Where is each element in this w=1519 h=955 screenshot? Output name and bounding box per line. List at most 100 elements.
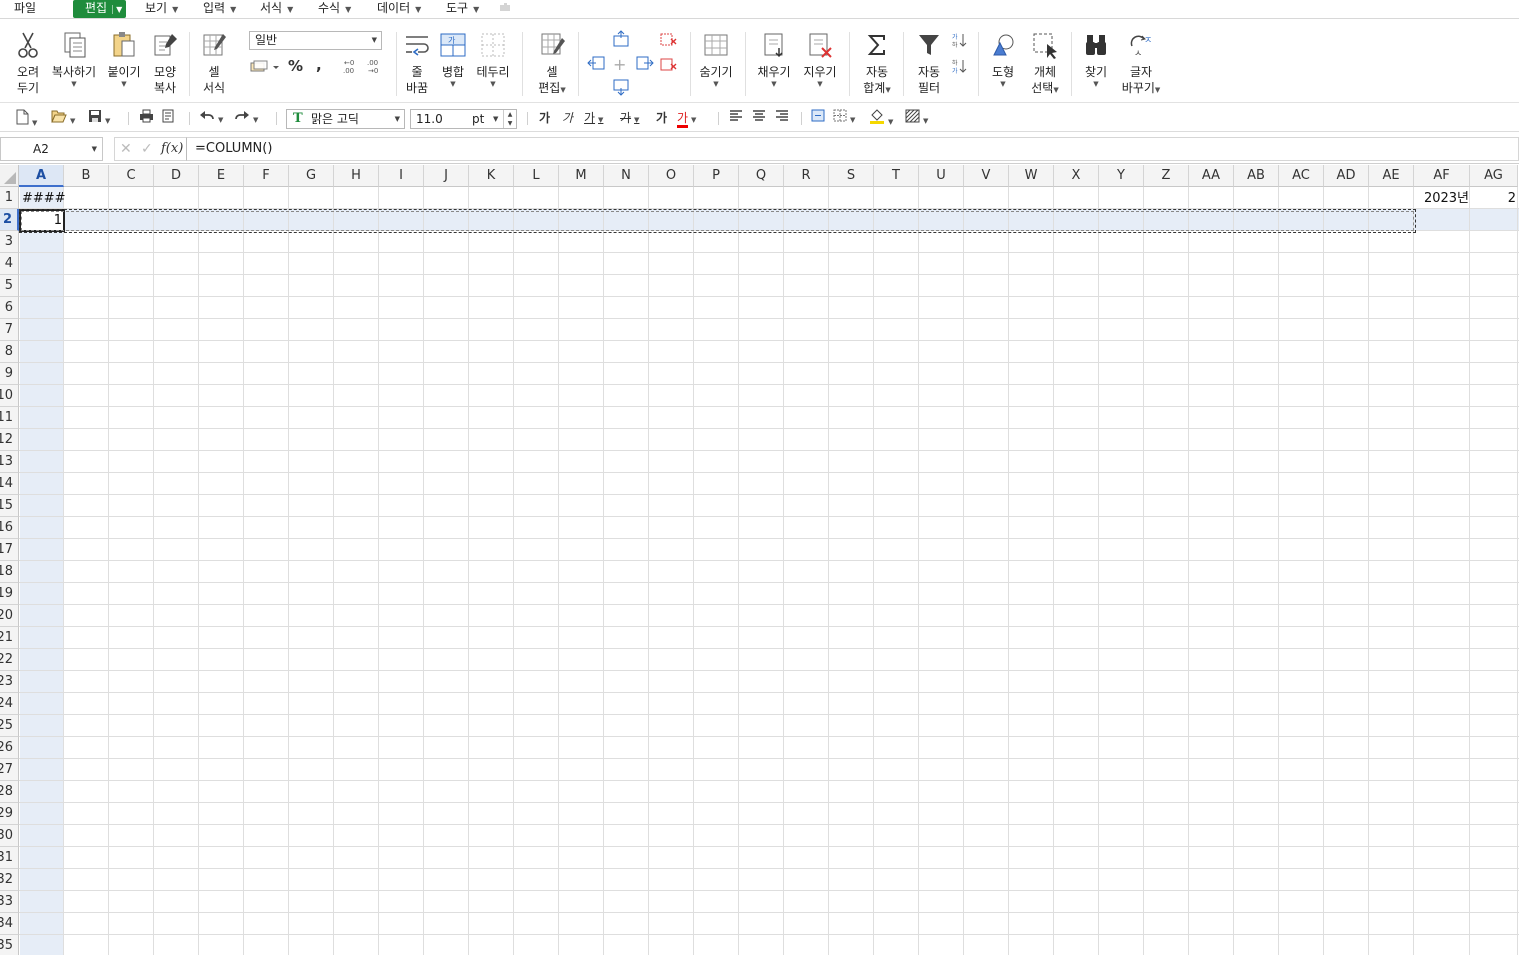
column-header-I[interactable]: I xyxy=(379,165,424,187)
chevron-down-icon[interactable]: ▼ xyxy=(92,138,97,160)
column-header-AB[interactable]: AB xyxy=(1234,165,1279,187)
spreadsheet-grid[interactable]: A B C D E F G H I J K L M N O P Q R S T U V W X Y Z AA AB AC AD AE AF AG… xyxy=(0,165,1519,955)
increase-decimal-button[interactable]: ←0 .00 xyxy=(341,58,359,77)
chevron-down-icon[interactable]: ▼ xyxy=(253,116,258,124)
row-header-18[interactable]: 18 xyxy=(0,561,19,583)
column-header-M[interactable]: M xyxy=(559,165,604,187)
row-header-25[interactable]: 25 xyxy=(0,715,19,737)
chevron-down-icon[interactable]: ▼ xyxy=(691,116,696,124)
row-header-29[interactable]: 29 xyxy=(0,803,19,825)
replace-button[interactable]: ㅈ ㅅ 글자 바꾸기▼ xyxy=(1118,30,1164,98)
chevron-down-icon[interactable]: ▼ xyxy=(493,110,498,128)
chevron-down-icon[interactable]: ▼ xyxy=(104,80,144,88)
column-header-C[interactable]: C xyxy=(109,165,154,187)
bold-button[interactable]: 가 xyxy=(539,109,550,127)
chevron-down-icon[interactable]: ▼ xyxy=(32,119,37,127)
italic-button[interactable]: 가 xyxy=(562,109,573,127)
shape-button[interactable]: 도형 ▼ xyxy=(986,30,1020,88)
row-header-4[interactable]: 4 xyxy=(0,253,19,275)
underline-button[interactable]: 가 ▼ xyxy=(584,109,603,127)
menu-data[interactable]: 데이터 ▼ xyxy=(377,0,421,18)
insert-row-above-button[interactable] xyxy=(612,30,630,51)
menu-formula[interactable]: 수식 ▼ xyxy=(318,0,351,18)
row-header-32[interactable]: 32 xyxy=(0,869,19,891)
row-header-34[interactable]: 34 xyxy=(0,913,19,935)
column-header-AG[interactable]: AG xyxy=(1470,165,1518,187)
row-header-20[interactable]: 20 xyxy=(0,605,19,627)
row-header-28[interactable]: 28 xyxy=(0,781,19,803)
menu-format[interactable]: 서식 ▼ xyxy=(260,0,293,18)
row-header-24[interactable]: 24 xyxy=(0,693,19,715)
column-header-H[interactable]: H xyxy=(334,165,379,187)
cell-A1[interactable]: #### xyxy=(22,188,66,210)
clear-button[interactable]: 지우기 ▼ xyxy=(799,30,841,88)
wrap-text-button[interactable]: 줄 바꿈 xyxy=(401,30,433,96)
cell-AF1[interactable]: 2023년 xyxy=(1416,188,1470,210)
menu-input[interactable]: 입력 ▼ xyxy=(203,0,236,18)
column-header-J[interactable]: J xyxy=(424,165,469,187)
row-header-1[interactable]: 1 xyxy=(0,187,19,209)
number-format-select[interactable]: 일반 ▼ xyxy=(249,31,382,50)
column-header-X[interactable]: X xyxy=(1054,165,1099,187)
font-size-unit[interactable]: pt xyxy=(472,110,484,128)
chevron-down-icon[interactable]: ▼ xyxy=(888,118,893,126)
row-header-30[interactable]: 30 xyxy=(0,825,19,847)
chevron-down-icon[interactable]: ▼ xyxy=(1079,80,1113,88)
row-header-7[interactable]: 7 xyxy=(0,319,19,341)
column-header-F[interactable]: F xyxy=(244,165,289,187)
column-header-O[interactable]: O xyxy=(649,165,694,187)
redo-button[interactable]: ▼ xyxy=(234,109,258,127)
column-header-W[interactable]: W xyxy=(1009,165,1054,187)
cell-edit-button[interactable]: 셀 편집▼ xyxy=(532,30,572,98)
insert-column-right-button[interactable] xyxy=(636,55,654,74)
cut-button[interactable]: 오려 두기 xyxy=(10,30,46,96)
menu-edit[interactable]: 편집 ▼ xyxy=(73,0,127,18)
row-header-2[interactable]: 2 xyxy=(0,209,19,231)
column-header-R[interactable]: R xyxy=(784,165,829,187)
column-header-AE[interactable]: AE xyxy=(1369,165,1414,187)
insert-column-left-button[interactable] xyxy=(587,55,605,74)
chevron-down-icon[interactable]: ▼ xyxy=(850,116,855,124)
column-header-K[interactable]: K xyxy=(469,165,514,187)
delete-row-button[interactable] xyxy=(660,32,678,51)
char-style-button[interactable]: 가 xyxy=(656,109,667,127)
decrease-decimal-button[interactable]: .00 →0 xyxy=(365,58,383,77)
align-left-button[interactable] xyxy=(729,109,743,127)
insert-cell-button[interactable]: + xyxy=(613,55,626,74)
column-header-P[interactable]: P xyxy=(694,165,739,187)
new-document-button[interactable]: ▼ xyxy=(15,109,37,127)
open-button[interactable]: ▼ xyxy=(51,109,75,127)
chevron-down-icon[interactable]: ▼ xyxy=(372,32,377,49)
paste-button[interactable]: 붙이기 ▼ xyxy=(104,30,144,88)
menu-view[interactable]: 보기 ▼ xyxy=(145,0,178,18)
column-header-L[interactable]: L xyxy=(514,165,559,187)
menu-tools[interactable]: 도구 ▼ xyxy=(446,0,479,18)
align-right-button[interactable] xyxy=(775,109,789,127)
column-header-Z[interactable]: Z xyxy=(1144,165,1189,187)
cell-A2[interactable]: 1 xyxy=(22,210,62,232)
undo-button[interactable]: ▼ xyxy=(199,109,223,127)
chevron-down-icon[interactable]: ▼ xyxy=(986,80,1020,88)
chevron-down-icon[interactable]: ▼ xyxy=(70,117,75,125)
row-header-31[interactable]: 31 xyxy=(0,847,19,869)
row-header-35[interactable]: 35 xyxy=(0,935,19,955)
chevron-down-icon[interactable]: ▼ xyxy=(105,117,110,125)
fill-color-button[interactable]: ▼ xyxy=(869,109,893,127)
row-header-3[interactable]: 3 xyxy=(0,231,19,253)
row-header-27[interactable]: 27 xyxy=(0,759,19,781)
font-size-select[interactable]: 11.0 pt ▼ ▲ ▼ xyxy=(410,109,517,129)
select-object-button[interactable]: 개체 선택▼ xyxy=(1025,30,1065,98)
column-header-Q[interactable]: Q xyxy=(739,165,784,187)
row-header-33[interactable]: 33 xyxy=(0,891,19,913)
row-header-19[interactable]: 19 xyxy=(0,583,19,605)
row-header-8[interactable]: 8 xyxy=(0,341,19,363)
column-header-N[interactable]: N xyxy=(604,165,649,187)
extension-icon[interactable] xyxy=(498,1,514,15)
row-header-13[interactable]: 13 xyxy=(0,451,19,473)
row-header-9[interactable]: 9 xyxy=(0,363,19,385)
column-header-D[interactable]: D xyxy=(154,165,199,187)
chevron-down-icon[interactable]: ▼ xyxy=(395,110,400,128)
row-header-12[interactable]: 12 xyxy=(0,429,19,451)
column-header-AF[interactable]: AF xyxy=(1414,165,1470,187)
font-size-stepper[interactable]: ▲ ▼ xyxy=(503,110,516,128)
